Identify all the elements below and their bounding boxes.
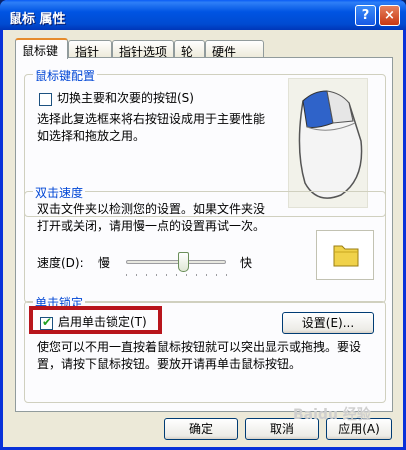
- slider-tick: [176, 274, 177, 276]
- speed-label: 速度(D):: [37, 256, 84, 270]
- slider-tick: [206, 274, 207, 276]
- mouse-icon: [298, 90, 363, 199]
- mouse-properties-dialog: 鼠标 属性 ? × 鼠标键 指针 指针选项 轮 硬件 鼠标键配置 切换主要和次要…: [0, 0, 406, 450]
- slider-tick: [146, 274, 147, 276]
- button-config-desc-2: 如选择和拖放之用。: [37, 129, 146, 143]
- folder-icon: [333, 245, 359, 267]
- tab-wheel[interactable]: 轮: [174, 40, 205, 59]
- slider-tick: [196, 274, 197, 276]
- tab-buttons[interactable]: 鼠标键: [15, 38, 68, 59]
- window-title: 鼠标 属性: [9, 12, 66, 27]
- click-lock-desc-2: 置，请按下鼠标按钮。要放开请再单击鼠标按钮。: [37, 357, 302, 371]
- switch-buttons-checkbox[interactable]: [39, 93, 52, 106]
- slider-tick: [126, 274, 127, 276]
- double-click-desc-1: 双击文件夹以检测您的设置。如果文件夹没: [37, 202, 266, 216]
- slider-tick: [166, 274, 167, 276]
- button-config-title: 鼠标键配置: [33, 67, 98, 84]
- click-lock-desc-1: 使您可以不用一直按着鼠标按钮就可以突出显示或拖拽。要设: [37, 340, 362, 354]
- title-bar[interactable]: 鼠标 属性 ? ×: [0, 0, 406, 30]
- highlight-frame: [29, 306, 162, 334]
- slider-tick: [216, 274, 217, 276]
- slider-tick: [136, 274, 137, 276]
- watermark: Baidu 经验: [293, 407, 371, 423]
- help-button[interactable]: ?: [355, 5, 376, 26]
- settings-button[interactable]: 设置(E)...: [282, 312, 374, 334]
- speed-slider-thumb[interactable]: [177, 252, 189, 272]
- fast-label: 快: [240, 256, 253, 270]
- tab-hardware[interactable]: 硬件: [205, 40, 264, 59]
- switch-buttons-label[interactable]: 切换主要和次要的按钮(S): [57, 90, 194, 107]
- tab-panel: 鼠标键配置 切换主要和次要的按钮(S) 选择此复选框来将右按钮设成用于主要性能 …: [15, 57, 393, 412]
- slider-tick: [186, 274, 187, 276]
- speed-slider-track[interactable]: [126, 260, 226, 264]
- button-config-desc-1: 选择此复选框来将右按钮设成用于主要性能: [37, 112, 266, 126]
- close-button[interactable]: ×: [379, 5, 400, 26]
- double-click-title: 双击速度: [33, 184, 86, 201]
- ok-button[interactable]: 确定: [164, 418, 238, 440]
- tab-pointers[interactable]: 指针: [68, 40, 112, 59]
- slider-tick: [156, 274, 157, 276]
- mouse-preview: [288, 78, 368, 208]
- test-folder-area[interactable]: [316, 230, 374, 280]
- double-click-desc-2: 打开或关闭，请用慢一点的设置再试一次。: [37, 219, 266, 233]
- speed-slider-ticks: [126, 274, 227, 278]
- slider-tick: [226, 274, 227, 276]
- tab-pointer-options[interactable]: 指针选项: [112, 40, 174, 59]
- slow-label: 慢: [98, 256, 111, 270]
